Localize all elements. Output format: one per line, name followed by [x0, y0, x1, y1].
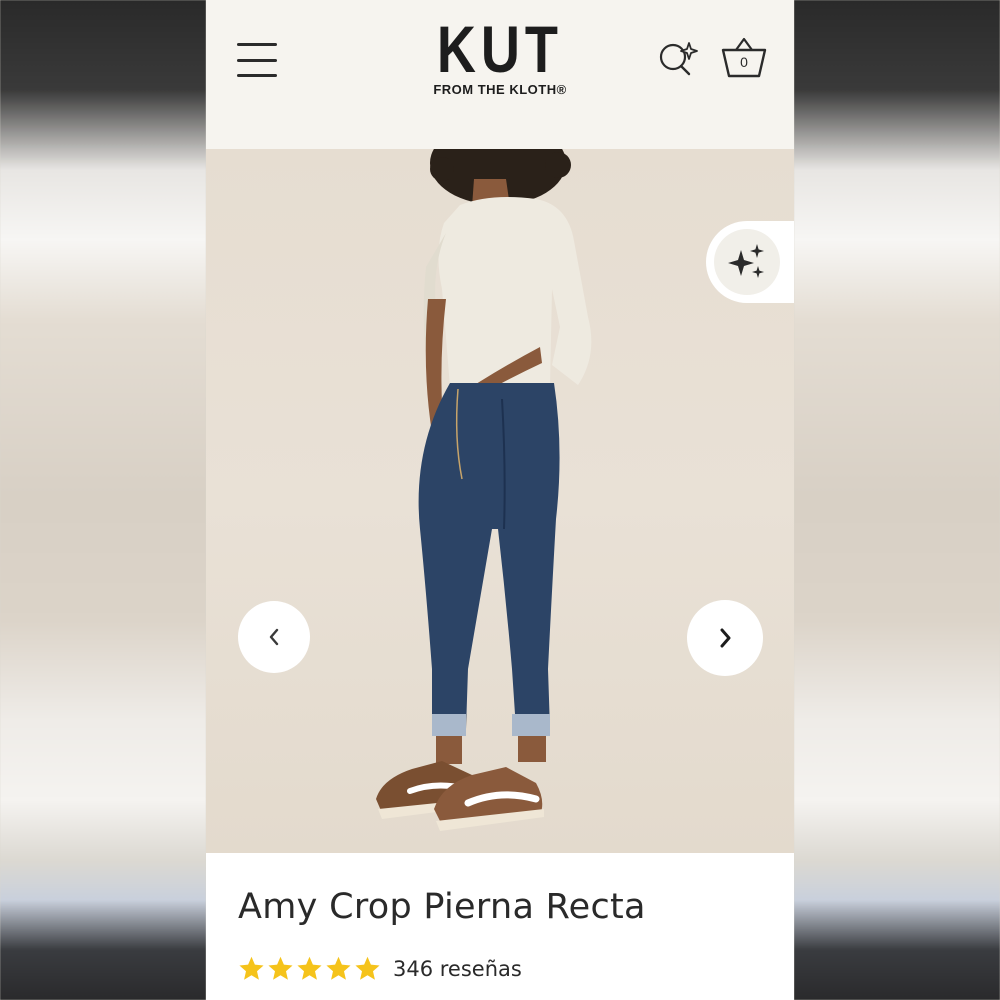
star-rating [238, 955, 381, 982]
product-info: Amy Crop Pierna Recta 346 reseñas [206, 853, 794, 1000]
ai-assistant-button[interactable] [706, 221, 794, 303]
star-icon [268, 956, 293, 980]
chevron-left-icon [269, 628, 279, 646]
star-icon [355, 956, 380, 980]
ai-search-icon[interactable] [656, 40, 700, 80]
cart-basket-icon[interactable]: 0 [720, 36, 768, 80]
site-header: KUT FROM THE KLOTH® 0 [206, 0, 794, 149]
blurred-backdrop-left [0, 0, 206, 1000]
star-icon [239, 956, 264, 980]
product-title: Amy Crop Pierna Recta [238, 887, 646, 927]
product-rating[interactable]: 346 reseñas [238, 955, 522, 982]
previous-image-button[interactable] [238, 601, 310, 673]
cart-count-badge: 0 [740, 54, 748, 70]
blurred-backdrop-right [794, 0, 1000, 1000]
chevron-right-icon [720, 628, 731, 648]
review-count-link[interactable]: 346 reseñas [393, 957, 522, 981]
mobile-page: KUT FROM THE KLOTH® 0 Amy Crop Pierna Re… [206, 0, 794, 1000]
brand-logo[interactable]: KUT FROM THE KLOTH® [206, 14, 794, 97]
logo-wordmark: KUT [437, 12, 563, 86]
star-icon [297, 956, 322, 980]
star-icon [326, 956, 351, 980]
sparkles-icon [728, 244, 764, 278]
next-image-button[interactable] [687, 600, 763, 676]
